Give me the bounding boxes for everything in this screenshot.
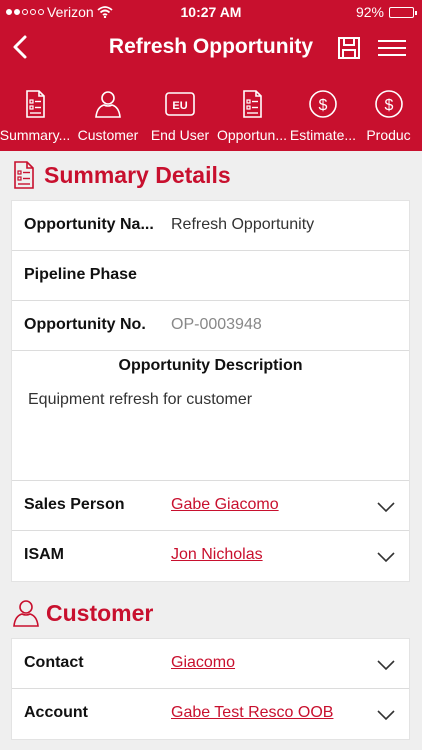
chevron-down-icon[interactable] [375, 654, 397, 676]
dollar-circle-icon: $ [374, 90, 403, 118]
tab-label: Summary... [0, 127, 71, 143]
nav-bar: Refresh Opportunity [0, 26, 422, 70]
field-label: Opportunity Na... [24, 216, 154, 233]
summary-section-header: Summary Details [12, 160, 231, 190]
tab-customer[interactable]: Customer [68, 88, 148, 143]
svg-text:$: $ [384, 97, 393, 114]
svg-text:$: $ [319, 97, 328, 114]
app-header: Verizon 10:27 AM 92% Refresh Opportunity [0, 0, 422, 151]
field-label: Account [24, 704, 88, 721]
contact-row[interactable]: Contact Giacomo [12, 639, 409, 689]
dollar-circle-icon: $ [309, 90, 337, 118]
account-row[interactable]: Account Gabe Test Resco OOB [12, 689, 409, 739]
chevron-down-icon[interactable] [375, 704, 397, 726]
person-icon [95, 91, 121, 118]
field-label: Contact [24, 654, 84, 671]
section-title: Summary Details [44, 161, 231, 188]
field-label: ISAM [24, 546, 64, 563]
customer-section-header: Customer [12, 598, 153, 628]
battery-percent: 92% [355, 4, 384, 20]
opportunity-description-field[interactable]: Opportunity Description Equipment refres… [12, 351, 409, 481]
tab-label: Opportun... [216, 127, 288, 143]
opportunity-no-row: Opportunity No. OP-0003948 [12, 301, 409, 351]
tab-label: Customer [77, 127, 139, 143]
document-list-icon [14, 161, 34, 189]
eu-badge-text: EU [172, 100, 187, 112]
tab-summary[interactable]: Summary... [0, 88, 75, 143]
tab-label: End User [150, 127, 210, 143]
status-bar: Verizon 10:27 AM 92% [0, 0, 422, 24]
field-label: Sales Person [24, 496, 125, 513]
opportunity-name-value: Refresh Opportunity [171, 216, 315, 233]
person-icon [13, 600, 39, 627]
chevron-down-icon[interactable] [375, 546, 397, 568]
tab-label: Produc [366, 127, 411, 143]
account-link[interactable]: Gabe Test Resco OOB [171, 704, 333, 722]
field-label: Opportunity Description [118, 357, 303, 374]
field-label: Pipeline Phase [24, 266, 137, 283]
chevron-down-icon[interactable] [375, 496, 397, 518]
tab-end-user[interactable]: EU End User [140, 88, 220, 143]
eu-badge-icon: EU [165, 92, 195, 116]
opportunity-name-row[interactable]: Opportunity Na... Refresh Opportunity [12, 201, 409, 251]
section-title: Customer [46, 599, 154, 626]
isam-row[interactable]: ISAM Jon Nicholas [12, 531, 409, 581]
tab-products[interactable]: $ Produc [355, 88, 422, 143]
document-list-icon [243, 90, 262, 118]
tab-estimate[interactable]: $ Estimate... [283, 88, 363, 143]
tab-label: Estimate... [289, 127, 357, 143]
summary-card: Opportunity Na... Refresh Opportunity Pi… [11, 200, 410, 582]
field-label: Opportunity No. [24, 316, 146, 333]
battery-icon [389, 6, 417, 18]
customer-card: Contact Giacomo Account Gabe Test Resco … [11, 638, 410, 740]
isam-link[interactable]: Jon Nicholas [171, 546, 263, 564]
tab-opportunity[interactable]: Opportun... [212, 88, 292, 143]
battery-group: 92% [355, 4, 417, 20]
hamburger-menu-icon[interactable] [378, 38, 406, 58]
pipeline-phase-row[interactable]: Pipeline Phase [12, 251, 409, 301]
opportunity-description-value[interactable]: Equipment refresh for customer [28, 391, 252, 409]
opportunity-no-value: OP-0003948 [171, 316, 262, 333]
sales-person-row[interactable]: Sales Person Gabe Giacomo [12, 481, 409, 531]
document-list-icon [26, 90, 45, 118]
sales-person-link[interactable]: Gabe Giacomo [171, 496, 279, 514]
contact-link[interactable]: Giacomo [171, 654, 235, 672]
section-tab-bar: Summary... Customer EU End User Opportun… [0, 88, 422, 150]
save-icon[interactable] [337, 36, 361, 60]
